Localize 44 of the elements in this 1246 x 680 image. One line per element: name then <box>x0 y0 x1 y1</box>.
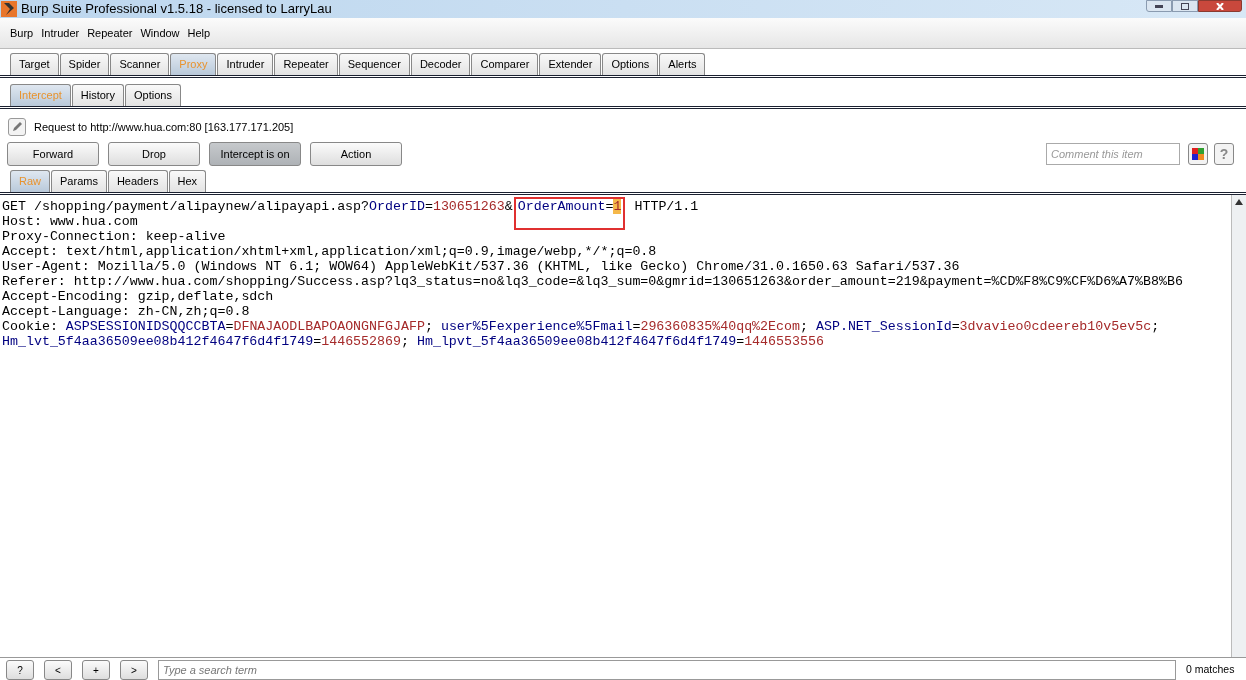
search-nav-button[interactable]: ? <box>6 660 34 680</box>
request-line: User-Agent: Mozilla/5.0 (Windows NT 6.1; WOW64) AppleWebKit/537.36 (KHTML, like Gecko) Chrome/31.0.1650.63 Safari/537.36 <box>2 259 961 274</box>
tab[interactable]: Intruder <box>217 53 274 75</box>
tab[interactable]: Sequencer <box>338 53 410 75</box>
menu-item[interactable]: Repeater <box>87 24 133 42</box>
match-count: 0 matches <box>1186 662 1235 678</box>
tab[interactable]: Params <box>51 170 107 192</box>
menu-item[interactable]: Window <box>140 24 180 42</box>
tab[interactable]: Target <box>10 53 59 75</box>
window-title: Burp Suite Professional v1.5.18 - licensed to LarryLau <box>21 0 332 19</box>
search-nav-button[interactable]: < <box>44 660 72 680</box>
tab[interactable]: Comparer <box>471 53 539 75</box>
menu-item[interactable]: Intruder <box>41 24 80 42</box>
search-nav-button[interactable]: > <box>120 660 148 680</box>
tab[interactable]: Scanner <box>110 53 170 75</box>
tab[interactable]: Options <box>602 53 659 75</box>
request-line: Proxy-Connection: keep-alive <box>2 229 227 244</box>
tab[interactable]: Decoder <box>410 53 471 75</box>
request-line: Hm_lvt_5f4aa36509ee08b412f4647f6d4f1749=1446552869; Hm_lpvt_5f4aa36509ee08b412f4647f6d4f1749=1446553556 <box>2 334 825 349</box>
action-button[interactable]: Action <box>310 142 402 166</box>
tab[interactable]: Headers <box>107 170 168 192</box>
request-line: Cookie: ASPSESSIONIDSQQCCBTA=DFNAJAODLBAPOAONGNFGJAFP; user%5Fexperience%5Fmail=296360835%40qq%2Ecom; ASP.NET_SessionId=3dvavieo0cdeereb10v5ev5c; <box>2 319 1161 334</box>
tab[interactable]: History <box>71 84 125 106</box>
tab[interactable]: Repeater <box>274 53 338 75</box>
tab[interactable]: Hex <box>168 170 207 192</box>
request-line: Accept: text/html,application/xhtml+xml,application/xml;q=0.9,image/webp,*/*;q=0.8 <box>2 244 658 259</box>
request-line: Accept-Encoding: gzip,deflate,sdch <box>2 289 275 304</box>
action-button[interactable]: Drop <box>108 142 200 166</box>
request-info: Request to http://www.hua.com:80 [163.177.171.205] <box>34 119 294 135</box>
tab[interactable]: Options <box>125 84 181 106</box>
action-button[interactable]: Intercept is on <box>209 142 301 166</box>
request-line: Host: www.hua.com <box>2 214 139 229</box>
request-line: Referer: http://www.hua.com/shopping/Success.asp?lq3_status=no&lq3_code=&lq3_sum=0&gmrid=130651263&order_amount=219&payment=%CD%F8%C9%CF%D6%A7%B8%B6 <box>2 274 1184 289</box>
tab[interactable]: Spider <box>59 53 110 75</box>
tab[interactable]: Alerts <box>659 53 706 75</box>
search-field[interactable]: Type a search term <box>158 660 1176 680</box>
search-nav-button[interactable]: + <box>82 660 110 680</box>
action-button[interactable]: Forward <box>7 142 99 166</box>
menu-item[interactable]: Burp <box>10 24 34 42</box>
menu-item[interactable]: Help <box>187 24 211 42</box>
annotation-box: OrderAmount=1 <box>513 197 626 230</box>
comment-field[interactable]: Comment this item <box>1046 143 1180 165</box>
tab[interactable]: Extender <box>539 53 602 75</box>
request-line: Accept-Language: zh-CN,zh;q=0.8 <box>2 304 251 319</box>
